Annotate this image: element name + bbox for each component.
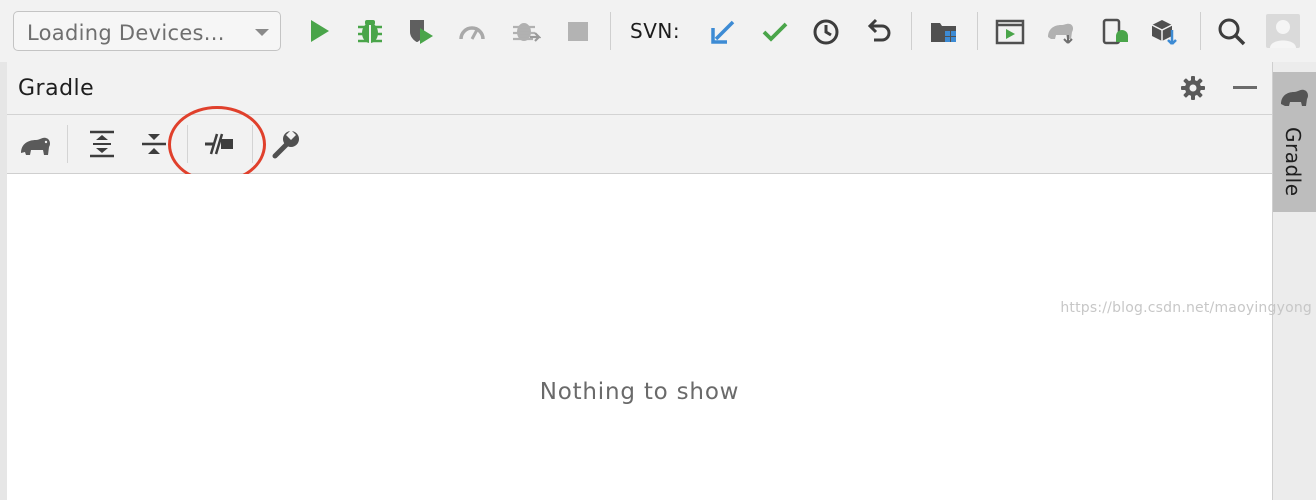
- gradle-elephant-icon: [1281, 89, 1308, 106]
- search-icon[interactable]: [1217, 15, 1247, 47]
- main-toolbar: Loading Devices... SVN:: [0, 0, 1316, 63]
- toolbar-separator: [610, 12, 611, 50]
- minimize-icon[interactable]: [1233, 86, 1257, 89]
- toolbar-separator: [911, 12, 912, 50]
- svn-history-icon[interactable]: [811, 15, 841, 47]
- project-structure-icon[interactable]: [929, 15, 959, 47]
- attach-debugger-icon[interactable]: [511, 15, 541, 47]
- coverage-icon[interactable]: [406, 15, 436, 47]
- run-icon[interactable]: [304, 15, 334, 47]
- svn-revert-icon[interactable]: [864, 15, 894, 47]
- stop-icon[interactable]: [563, 15, 593, 47]
- sync-gradle-icon[interactable]: [1046, 15, 1076, 47]
- gradle-panel-header: Gradle: [7, 62, 1272, 115]
- gradle-tree-area: Nothing to show: [7, 174, 1272, 500]
- build-settings-icon[interactable]: [269, 128, 303, 160]
- gradle-stripe-label: Gradle: [1281, 127, 1305, 197]
- empty-state-message: Nothing to show: [539, 379, 740, 405]
- device-file-explorer-icon[interactable]: [1101, 15, 1131, 47]
- gradle-panel-title: Gradle: [18, 76, 95, 101]
- device-select-dropdown[interactable]: Loading Devices...: [13, 11, 281, 51]
- profile-icon[interactable]: [457, 15, 487, 47]
- gear-icon[interactable]: [1179, 74, 1207, 102]
- toolbar-separator: [67, 125, 68, 163]
- sdk-manager-icon[interactable]: [1149, 15, 1179, 47]
- highlight-annotation-circle: [168, 106, 266, 183]
- expand-all-icon[interactable]: [85, 128, 119, 160]
- right-tool-stripe: Gradle: [1272, 62, 1316, 500]
- svn-label: SVN:: [630, 19, 681, 43]
- gradle-stripe-tab[interactable]: Gradle: [1273, 72, 1316, 212]
- debug-icon[interactable]: [355, 15, 385, 47]
- watermark: https://blog.csdn.net/maoyingyong: [1060, 300, 1312, 316]
- user-avatar[interactable]: [1266, 14, 1300, 48]
- gradle-refresh-icon[interactable]: [19, 128, 53, 160]
- chevron-down-icon: [255, 29, 269, 36]
- avd-manager-icon[interactable]: [995, 15, 1025, 47]
- toolbar-separator: [1200, 12, 1201, 50]
- device-select-label: Loading Devices...: [27, 21, 225, 45]
- svn-commit-icon[interactable]: [760, 15, 790, 47]
- collapse-all-icon[interactable]: [137, 128, 171, 160]
- toolbar-separator: [977, 12, 978, 50]
- svn-update-icon[interactable]: [708, 15, 738, 47]
